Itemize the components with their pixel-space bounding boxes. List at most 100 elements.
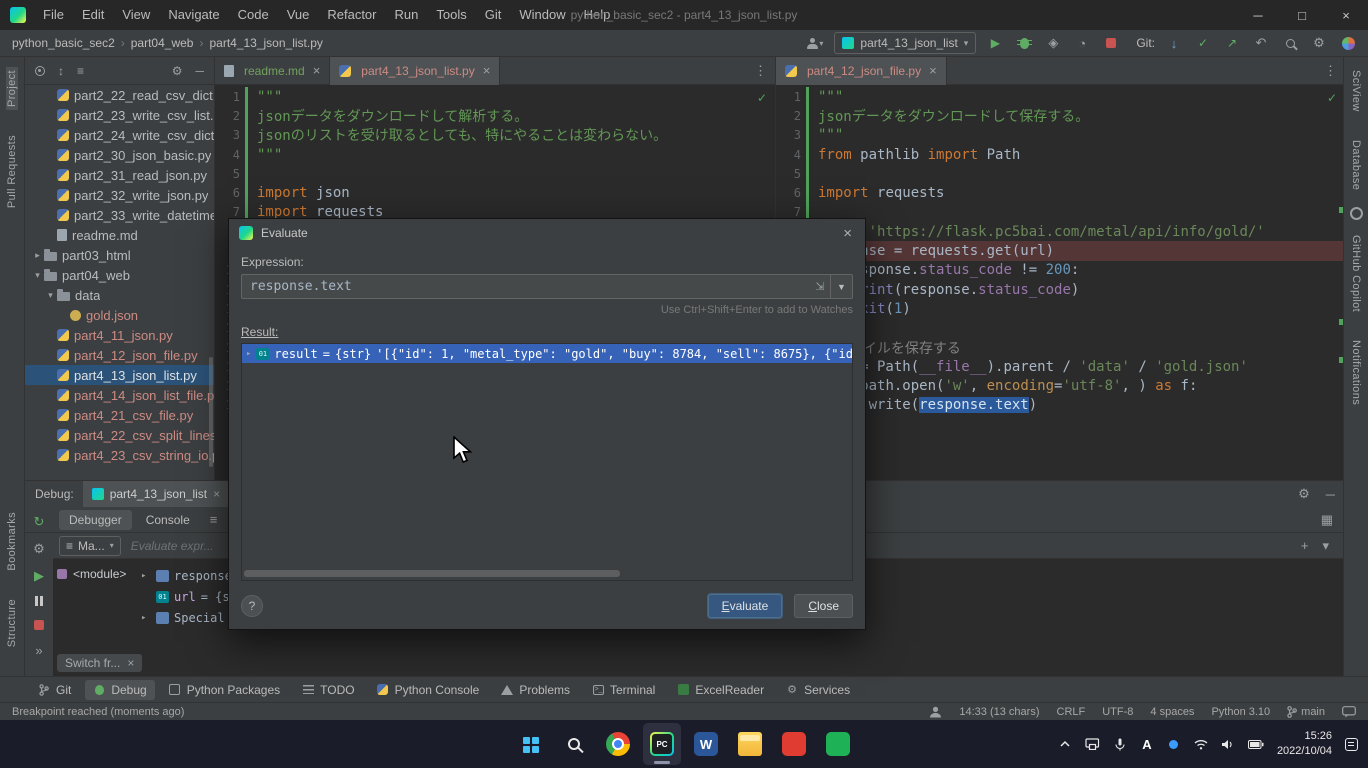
- tool-button-todo[interactable]: TODO: [294, 680, 362, 700]
- tree-item[interactable]: ▾data: [25, 285, 214, 305]
- evaluate-expression-field[interactable]: Evaluate expr...: [131, 539, 214, 553]
- expand-editor-icon[interactable]: ⇲: [810, 275, 830, 298]
- stripe-button-project[interactable]: Project: [6, 67, 18, 110]
- expand-chevron-icon[interactable]: ▸: [141, 571, 151, 581]
- maximize-button[interactable]: □: [1280, 0, 1324, 30]
- switch-frames-tab[interactable]: Switch fr... ×: [57, 654, 142, 672]
- debug-settings-gear-icon[interactable]: ⚙: [1298, 486, 1310, 502]
- taskbar-chrome-icon[interactable]: [599, 723, 637, 765]
- taskbar-explorer-icon[interactable]: [731, 723, 769, 765]
- tool-button-excelreader[interactable]: ExcelReader: [669, 680, 772, 700]
- frame-item[interactable]: <module>: [57, 567, 126, 581]
- close-icon[interactable]: ×: [127, 656, 134, 670]
- breadcrumb-item[interactable]: python_basic_sec2: [10, 36, 117, 50]
- hide-panel-icon[interactable]: ─: [195, 65, 204, 77]
- help-button[interactable]: ?: [241, 595, 263, 617]
- wifi-icon[interactable]: [1194, 739, 1208, 750]
- gutter-line-number[interactable]: 4: [215, 148, 245, 162]
- git-update-button[interactable]: ↓: [1164, 33, 1184, 53]
- evaluate-button[interactable]: Evaluate: [708, 594, 783, 618]
- taskbar-clock[interactable]: 15:26 2022/10/04: [1277, 729, 1332, 759]
- scrollbar-thumb[interactable]: [244, 570, 620, 577]
- tree-chevron-icon[interactable]: ▸: [31, 250, 44, 261]
- tree-item[interactable]: ▾part04_web: [25, 265, 214, 285]
- tree-item[interactable]: part4_11_json.py: [25, 325, 214, 345]
- tool-button-python-console[interactable]: Python Console: [369, 680, 488, 700]
- tree-item[interactable]: ▸part03_html: [25, 245, 214, 265]
- tree-item[interactable]: part4_12_json_file.py: [25, 345, 214, 365]
- tool-button-python-packages[interactable]: Python Packages: [161, 680, 288, 700]
- threads-dropdown[interactable]: ≡ Ma... ▾: [59, 536, 121, 556]
- rerun-icon[interactable]: ↻: [34, 515, 45, 528]
- tree-item[interactable]: part2_24_write_csv_dict: [25, 125, 214, 145]
- status-item[interactable]: 4 spaces: [1150, 706, 1194, 718]
- taskbar-start-icon[interactable]: [511, 723, 549, 765]
- view-options-icon[interactable]: ▾: [1322, 538, 1329, 554]
- tool-button-services[interactable]: ⚙Services: [778, 680, 858, 700]
- status-item[interactable]: CRLF: [1057, 706, 1086, 718]
- menu-item-code[interactable]: Code: [229, 0, 278, 30]
- menu-item-tools[interactable]: Tools: [427, 0, 475, 30]
- menu-item-navigate[interactable]: Navigate: [159, 0, 228, 30]
- taskbar-green-app-icon[interactable]: [819, 723, 857, 765]
- coverage-button[interactable]: ◈: [1043, 33, 1063, 53]
- expand-chevron-icon[interactable]: ▸: [141, 613, 151, 623]
- locate-file-icon[interactable]: [35, 66, 45, 76]
- tree-item[interactable]: part2_33_write_datetime: [25, 205, 214, 225]
- tree-item[interactable]: part2_22_read_csv_dict.: [25, 85, 214, 105]
- tree-item[interactable]: part4_21_csv_file.py: [25, 405, 214, 425]
- gutter-line-number[interactable]: 3: [776, 128, 806, 142]
- gutter-line-number[interactable]: 1: [215, 90, 245, 104]
- menu-item-file[interactable]: File: [34, 0, 73, 30]
- tree-item[interactable]: part2_31_read_json.py: [25, 165, 214, 185]
- expand-chevron-icon[interactable]: ▸: [246, 349, 251, 359]
- menu-item-vue[interactable]: Vue: [278, 0, 319, 30]
- stripe-button-structure[interactable]: Structure: [6, 596, 18, 650]
- result-row[interactable]: ▸ 01 result = {str} '[{"id": 1, "metal_t…: [242, 344, 852, 363]
- tree-item[interactable]: part2_32_write_json.py: [25, 185, 214, 205]
- editor-tab[interactable]: part4_12_json_file.py×: [776, 57, 947, 85]
- gutter-line-number[interactable]: 4: [776, 148, 806, 162]
- pause-icon[interactable]: [35, 596, 43, 606]
- close-button[interactable]: Close: [794, 594, 853, 618]
- tree-item[interactable]: gold.json: [25, 305, 214, 325]
- gutter-line-number[interactable]: 3: [215, 128, 245, 142]
- tray-chevron-icon[interactable]: [1058, 739, 1072, 749]
- tree-item[interactable]: part4_14_json_list_file.p: [25, 385, 214, 405]
- horizontal-scrollbar[interactable]: [244, 570, 850, 577]
- tool-button-debug[interactable]: Debug: [85, 680, 154, 700]
- more-icon[interactable]: »: [35, 644, 42, 657]
- tab-close-icon[interactable]: ×: [213, 487, 220, 501]
- ime-icon[interactable]: A: [1140, 737, 1154, 752]
- stop-icon[interactable]: [34, 620, 44, 630]
- menu-item-git[interactable]: Git: [476, 0, 511, 30]
- stripe-button-notifications[interactable]: Notifications: [1350, 337, 1362, 408]
- add-watch-icon[interactable]: +: [1301, 538, 1309, 554]
- menu-item-run[interactable]: Run: [386, 0, 428, 30]
- gutter-line-number[interactable]: 1: [776, 90, 806, 104]
- battery-icon[interactable]: [1248, 740, 1264, 749]
- tree-item[interactable]: readme.md: [25, 225, 214, 245]
- onedrive-icon[interactable]: [1167, 740, 1181, 749]
- menu-item-window[interactable]: Window: [510, 0, 574, 30]
- gutter-line-number[interactable]: 2: [215, 109, 245, 123]
- debug-session-tab[interactable]: part4_13_json_list ×: [83, 481, 229, 507]
- tree-item[interactable]: part2_30_json_basic.py: [25, 145, 214, 165]
- tool-button-git[interactable]: Git: [30, 680, 79, 700]
- tool-button-terminal[interactable]: >_Terminal: [584, 680, 663, 700]
- git-rollback-button[interactable]: ↶: [1251, 33, 1271, 53]
- expression-history-dropdown[interactable]: ▼: [830, 275, 852, 298]
- tree-chevron-icon[interactable]: ▾: [31, 270, 44, 281]
- user-status-icon[interactable]: [929, 706, 942, 718]
- run-config-combo[interactable]: part4_13_json_list ▾: [834, 32, 976, 54]
- git-branch[interactable]: main: [1287, 706, 1325, 718]
- taskbar-red-app-icon[interactable]: [775, 723, 813, 765]
- status-item[interactable]: UTF-8: [1102, 706, 1133, 718]
- editor-tab-options-icon[interactable]: ⋮: [1316, 63, 1345, 79]
- settings-button[interactable]: ⚙: [1309, 33, 1329, 53]
- git-commit-button[interactable]: ✓: [1193, 33, 1213, 53]
- tree-item[interactable]: part4_22_csv_split_lines: [25, 425, 214, 445]
- menu-item-edit[interactable]: Edit: [73, 0, 113, 30]
- mic-icon[interactable]: [1113, 738, 1127, 751]
- editor-tab[interactable]: readme.md×: [215, 57, 330, 85]
